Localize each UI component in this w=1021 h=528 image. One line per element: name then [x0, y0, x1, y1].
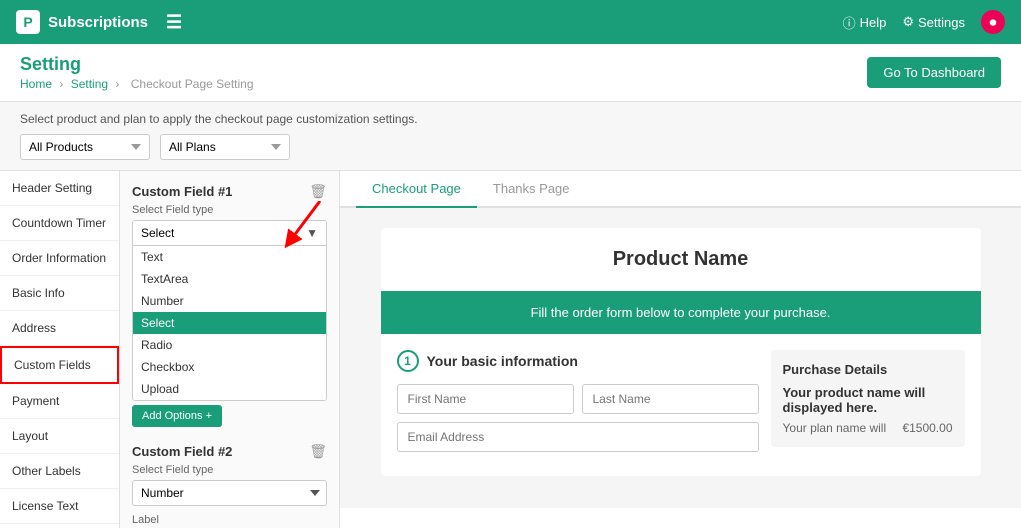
hamburger-icon[interactable]: ☰ — [166, 12, 182, 33]
sidebar-item-order-information[interactable]: Order Information — [0, 241, 119, 276]
sidebar-item-license-text[interactable]: License Text — [0, 489, 119, 524]
brand-icon: P — [16, 10, 40, 34]
all-products-select[interactable]: All Products — [20, 134, 150, 160]
select-field-type-label-2: Select Field type — [132, 464, 327, 476]
gear-icon: ⚙ — [902, 14, 914, 30]
tab-checkout-page[interactable]: Checkout Page — [356, 171, 477, 208]
sidebar-item-header-setting[interactable]: Header Setting — [0, 171, 119, 206]
brand: P Subscriptions ☰ — [16, 10, 843, 34]
right-panel: Checkout Page Thanks Page Product Name F… — [340, 171, 1021, 528]
preview-tabs: Checkout Page Thanks Page — [340, 171, 1021, 208]
go-to-dashboard-button[interactable]: Go To Dashboard — [867, 57, 1001, 88]
middle-panel: Custom Field #1 🗑 Select Field type Sele… — [120, 171, 340, 528]
help-link[interactable]: ⓘ Help — [843, 13, 887, 32]
sidebar-item-other-labels[interactable]: Other Labels — [0, 454, 119, 489]
dropdown-item-checkbox[interactable]: Checkbox — [133, 356, 326, 378]
sidebar-item-basic-info[interactable]: Basic Info — [0, 276, 119, 311]
page-header-left: Setting Home › Setting › Checkout Page S… — [20, 54, 258, 91]
custom-field-1-block: Custom Field #1 🗑 Select Field type Sele… — [132, 183, 327, 427]
field-select-wrapper-2: Number — [132, 480, 327, 506]
purchase-plan-label: Your plan name will — [783, 421, 887, 435]
basic-info-section-title: 1 Your basic information — [397, 350, 759, 372]
sidebar-item-conversion[interactable]: Conversion — [0, 524, 119, 528]
breadcrumb-setting[interactable]: Setting — [71, 77, 108, 91]
label-label-2: Label — [132, 514, 327, 526]
add-options-button[interactable]: Add Options + — [132, 405, 222, 427]
sidebar-item-payment[interactable]: Payment — [0, 384, 119, 419]
tab-thanks-page[interactable]: Thanks Page — [477, 171, 586, 208]
dropdown-item-number[interactable]: Number — [133, 290, 326, 312]
dropdown-list-1: Text TextArea Number Select Radio Checkb… — [133, 246, 326, 400]
section-number: 1 — [397, 350, 419, 372]
sidebar-item-layout[interactable]: Layout — [0, 419, 119, 454]
product-banner: Fill the order form below to complete yo… — [381, 291, 981, 334]
breadcrumb-home[interactable]: Home — [20, 77, 52, 91]
power-icon[interactable]: ⏺ — [981, 10, 1005, 34]
dropdown-item-textarea[interactable]: TextArea — [133, 268, 326, 290]
email-input[interactable] — [397, 422, 759, 452]
custom-field-2-title: Custom Field #2 — [132, 444, 232, 459]
form-section: 1 Your basic information Pu — [381, 334, 981, 476]
sidebar-item-custom-fields[interactable]: Custom Fields — [0, 346, 119, 384]
field-type-dropdown-1[interactable]: Select ▼ Text TextArea Number Select Rad… — [132, 220, 327, 401]
purchase-box: Purchase Details Your product name will … — [771, 350, 965, 447]
dropdown-item-select[interactable]: Select — [133, 312, 326, 334]
topnav-right: ⓘ Help ⚙ Settings ⏺ — [843, 10, 1005, 34]
filter-selects: All Products All Plans — [20, 134, 1001, 160]
settings-link[interactable]: ⚙ Settings — [902, 14, 965, 30]
page-title: Setting — [20, 54, 258, 75]
dropdown-selected-value: Select — [141, 226, 174, 240]
help-icon: ⓘ — [843, 13, 856, 32]
breadcrumb-current: Checkout Page Setting — [131, 77, 254, 91]
field-type-select-2[interactable]: Number — [132, 480, 327, 506]
form-left: 1 Your basic information — [397, 350, 759, 460]
form-right: Purchase Details Your product name will … — [771, 350, 965, 460]
custom-field-2-block: Custom Field #2 🗑 Select Field type Numb… — [132, 443, 327, 526]
purchase-plan: Your plan name will €1500.00 — [783, 421, 953, 435]
sidebar-item-countdown-timer[interactable]: Countdown Timer — [0, 206, 119, 241]
page-header: Setting Home › Setting › Checkout Page S… — [0, 44, 1021, 102]
dropdown-item-radio[interactable]: Radio — [133, 334, 326, 356]
basic-info-title: Your basic information — [427, 353, 578, 369]
purchase-details-title: Purchase Details — [783, 362, 953, 377]
product-card: Product Name Fill the order form below t… — [381, 228, 981, 476]
purchase-product-name: Your product name will displayed here. — [783, 385, 953, 415]
dropdown-header-1[interactable]: Select ▼ — [133, 221, 326, 246]
top-nav: P Subscriptions ☰ ⓘ Help ⚙ Settings ⏺ — [0, 0, 1021, 44]
left-sidebar: Header Setting Countdown Timer Order Inf… — [0, 171, 120, 528]
filter-bar: Select product and plan to apply the che… — [0, 102, 1021, 171]
custom-field-1-header: Custom Field #1 🗑 — [132, 183, 327, 200]
first-name-input[interactable] — [397, 384, 574, 414]
preview-content: Product Name Fill the order form below t… — [340, 208, 1021, 508]
dropdown-item-upload[interactable]: Upload — [133, 378, 326, 400]
sidebar-item-address[interactable]: Address — [0, 311, 119, 346]
filter-instruction: Select product and plan to apply the che… — [20, 112, 1001, 126]
name-row — [397, 384, 759, 414]
dropdown-arrow-icon: ▼ — [306, 226, 318, 240]
custom-field-1-title: Custom Field #1 — [132, 184, 232, 199]
dropdown-item-text[interactable]: Text — [133, 246, 326, 268]
purchase-price: €1500.00 — [902, 421, 952, 435]
all-plans-select[interactable]: All Plans — [160, 134, 290, 160]
trash-icon-2[interactable]: 🗑 — [309, 443, 327, 460]
custom-field-2-header: Custom Field #2 🗑 — [132, 443, 327, 460]
product-name-header: Product Name — [381, 228, 981, 291]
brand-name: Subscriptions — [48, 14, 148, 31]
breadcrumb: Home › Setting › Checkout Page Setting — [20, 77, 258, 91]
select-field-type-label-1: Select Field type — [132, 204, 327, 216]
main-area: Header Setting Countdown Timer Order Inf… — [0, 171, 1021, 528]
trash-icon-1[interactable]: 🗑 — [309, 183, 327, 200]
email-row — [397, 422, 759, 452]
last-name-input[interactable] — [582, 384, 759, 414]
